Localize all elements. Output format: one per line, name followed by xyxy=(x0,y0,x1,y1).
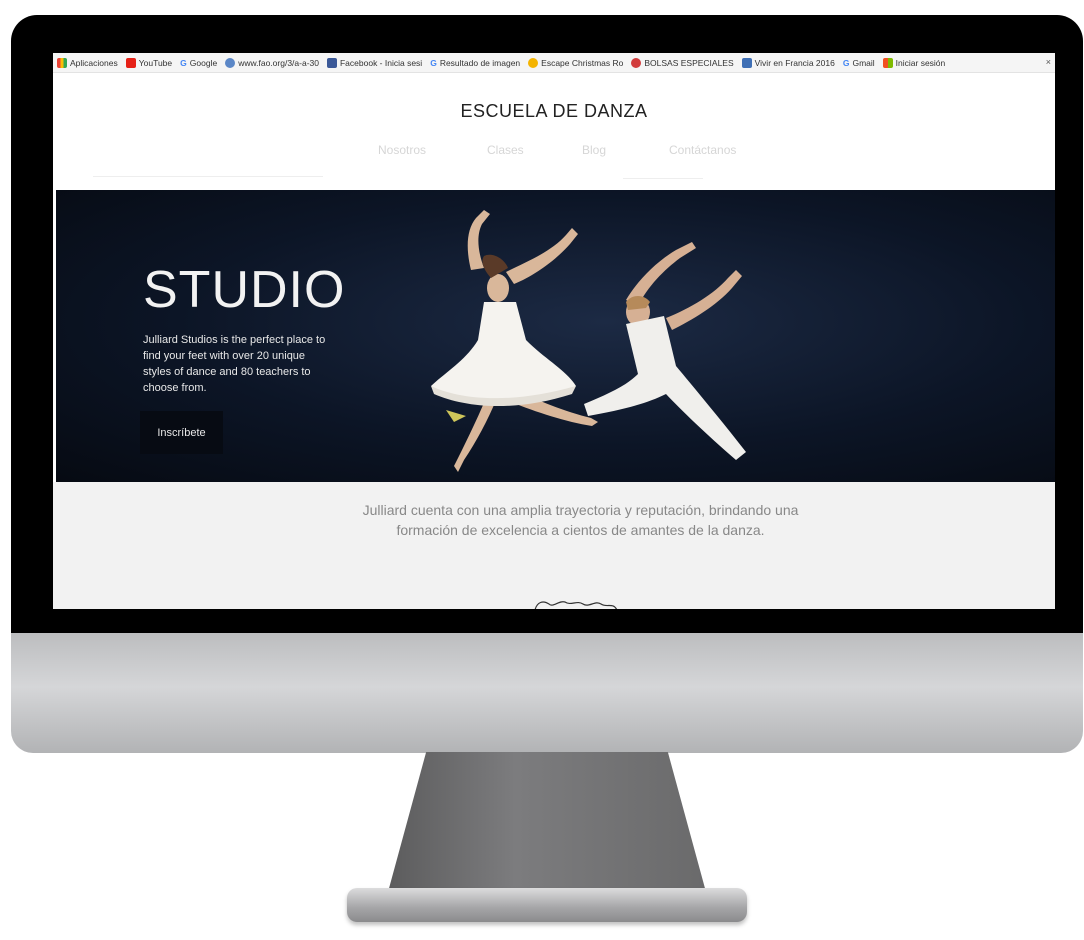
facebook-icon xyxy=(326,57,337,68)
bolsas-icon xyxy=(631,57,642,68)
smiley-icon xyxy=(528,57,539,68)
bookmark-resultado[interactable]: G Resultado de imagen xyxy=(430,58,520,68)
signature-logo-icon xyxy=(534,601,618,609)
nav-contactanos[interactable]: Contáctanos xyxy=(669,143,736,157)
bookmark-label: Vivir en Francia 2016 xyxy=(754,57,835,68)
nav-nosotros[interactable]: Nosotros xyxy=(378,143,426,157)
google-g-icon: G xyxy=(842,57,850,68)
site-title: ESCUELA DE DANZA xyxy=(460,101,648,121)
hero-banner: STUDIO Julliard Studios is the perfect p… xyxy=(56,190,1055,482)
intro-text: Julliard cuenta con una amplia trayector… xyxy=(362,502,799,538)
bookmark-label: Aplicaciones xyxy=(70,57,118,68)
bookmark-label: Facebook - Inicia sesi xyxy=(339,57,423,68)
google-g-icon: G xyxy=(180,57,187,68)
monitor-stand-base xyxy=(347,888,747,922)
youtube-icon xyxy=(125,57,136,68)
dancers-image xyxy=(431,210,746,472)
browser-screen: Aplicaciones YouTube G Google www.fao.org… xyxy=(53,53,1055,609)
nav-clases[interactable]: Clases xyxy=(487,143,524,157)
monitor-stand-neck xyxy=(388,752,706,892)
bookmark-label: Google xyxy=(189,57,218,68)
microsoft-icon xyxy=(882,57,893,68)
bookmarks-bar: Aplicaciones YouTube G Google www.fao.org… xyxy=(53,53,1055,73)
bookmark-apps[interactable]: Aplicaciones xyxy=(57,57,118,68)
close-icon[interactable]: × xyxy=(1046,57,1051,67)
header-divider xyxy=(623,178,703,179)
bookmark-label: www.fao.org/3/a-a-30 xyxy=(238,57,319,68)
page-icon xyxy=(741,57,752,68)
bookmark-label: Gmail xyxy=(852,57,875,68)
google-g-icon: G xyxy=(430,57,437,68)
bookmark-francia[interactable]: Vivir en Francia 2016 xyxy=(741,57,835,68)
main-nav: Nosotros Clases Blog Contáctanos xyxy=(53,143,1055,163)
fao-globe-icon xyxy=(225,57,236,68)
intro-section: Julliard cuenta con una amplia trayector… xyxy=(53,482,1055,609)
hero-title: STUDIO xyxy=(143,261,346,319)
nav-blog[interactable]: Blog xyxy=(582,143,606,157)
bookmark-facebook[interactable]: Facebook - Inicia sesi xyxy=(326,57,423,68)
site-header: ESCUELA DE DANZA Nosotros Clases Blog Co… xyxy=(53,74,1055,190)
bookmark-escape[interactable]: Escape Christmas Ro xyxy=(528,57,624,68)
apps-grid-icon xyxy=(57,57,67,68)
hero-description: Julliard Studios is the perfect place to… xyxy=(143,334,326,394)
header-divider xyxy=(93,176,323,177)
bookmark-label: YouTube xyxy=(138,57,173,68)
bookmark-label: Resultado de imagen xyxy=(439,57,521,68)
bookmark-google[interactable]: G Google xyxy=(180,58,217,68)
bookmark-youtube[interactable]: YouTube xyxy=(125,57,173,68)
monitor-chin xyxy=(11,633,1083,753)
bookmark-microsoft[interactable]: Iniciar sesión xyxy=(882,57,946,68)
bookmark-label: BOLSAS ESPECIALES xyxy=(644,57,734,68)
bookmark-bolsas[interactable]: BOLSAS ESPECIALES xyxy=(631,57,734,68)
bookmark-gmail[interactable]: G Gmail xyxy=(843,58,875,68)
bookmark-label: Escape Christmas Ro xyxy=(541,57,624,68)
bookmark-label: Iniciar sesión xyxy=(895,57,946,68)
bookmark-fao[interactable]: www.fao.org/3/a-a-30 xyxy=(225,57,319,68)
enroll-button[interactable]: Inscríbete xyxy=(140,411,223,454)
